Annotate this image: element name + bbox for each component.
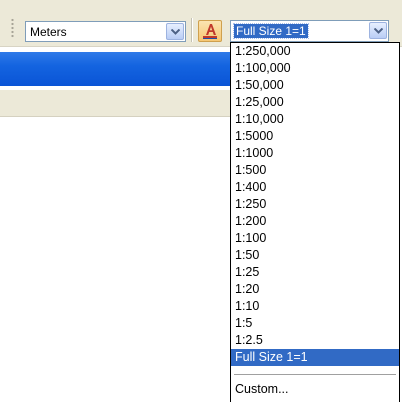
panel-strip (0, 90, 230, 117)
scale-option[interactable]: 1:25,000 (231, 94, 399, 111)
chevron-down-icon (171, 29, 180, 35)
scale-option[interactable]: 1:100,000 (231, 60, 399, 77)
screenshot-stage: Meters Full Size 1=1 1:250,000 1:100,000… (0, 0, 402, 402)
scale-options: 1:250,000 1:100,000 1:50,000 1:25,000 1:… (231, 43, 399, 366)
annotation-style-icon (203, 24, 217, 39)
scale-option-selected[interactable]: Full Size 1=1 (231, 349, 399, 366)
scale-option[interactable]: 1:2.5 (231, 332, 399, 349)
scale-option[interactable]: 1:250,000 (231, 43, 399, 60)
scale-option[interactable]: 1:25 (231, 264, 399, 281)
scale-combo[interactable]: Full Size 1=1 (230, 20, 389, 42)
scale-option[interactable]: 1:20 (231, 281, 399, 298)
scale-dropdown-button[interactable] (369, 22, 387, 39)
scale-combo-value: Full Size 1=1 (233, 23, 309, 39)
scale-option[interactable]: 1:5000 (231, 128, 399, 145)
scale-option[interactable]: 1:500 (231, 162, 399, 179)
units-combo-value: Meters (30, 25, 67, 39)
scale-option[interactable]: 1:1000 (231, 145, 399, 162)
scale-option[interactable]: 1:50 (231, 247, 399, 264)
scale-option[interactable]: 1:10,000 (231, 111, 399, 128)
scale-option[interactable]: 1:100 (231, 230, 399, 247)
scale-option[interactable]: 1:50,000 (231, 77, 399, 94)
toolbar-grip[interactable] (11, 18, 14, 38)
toolbar-separator (191, 18, 193, 42)
scale-option[interactable]: 1:10 (231, 298, 399, 315)
scale-option[interactable]: 1:250 (231, 196, 399, 213)
units-dropdown-button[interactable] (166, 23, 184, 40)
scale-option[interactable]: 1:5 (231, 315, 399, 332)
toolbar: Meters Full Size 1=1 (0, 0, 402, 47)
scale-option[interactable]: 1:400 (231, 179, 399, 196)
chevron-down-icon (374, 28, 383, 34)
title-band (0, 52, 230, 86)
annotation-style-button[interactable] (198, 20, 222, 42)
scale-option[interactable]: 1:200 (231, 213, 399, 230)
dropdown-divider (234, 374, 396, 375)
scale-dropdown-list[interactable]: 1:250,000 1:100,000 1:50,000 1:25,000 1:… (230, 42, 400, 402)
custom-scale-option[interactable]: Custom... (231, 381, 399, 398)
units-combo[interactable]: Meters (25, 21, 186, 42)
